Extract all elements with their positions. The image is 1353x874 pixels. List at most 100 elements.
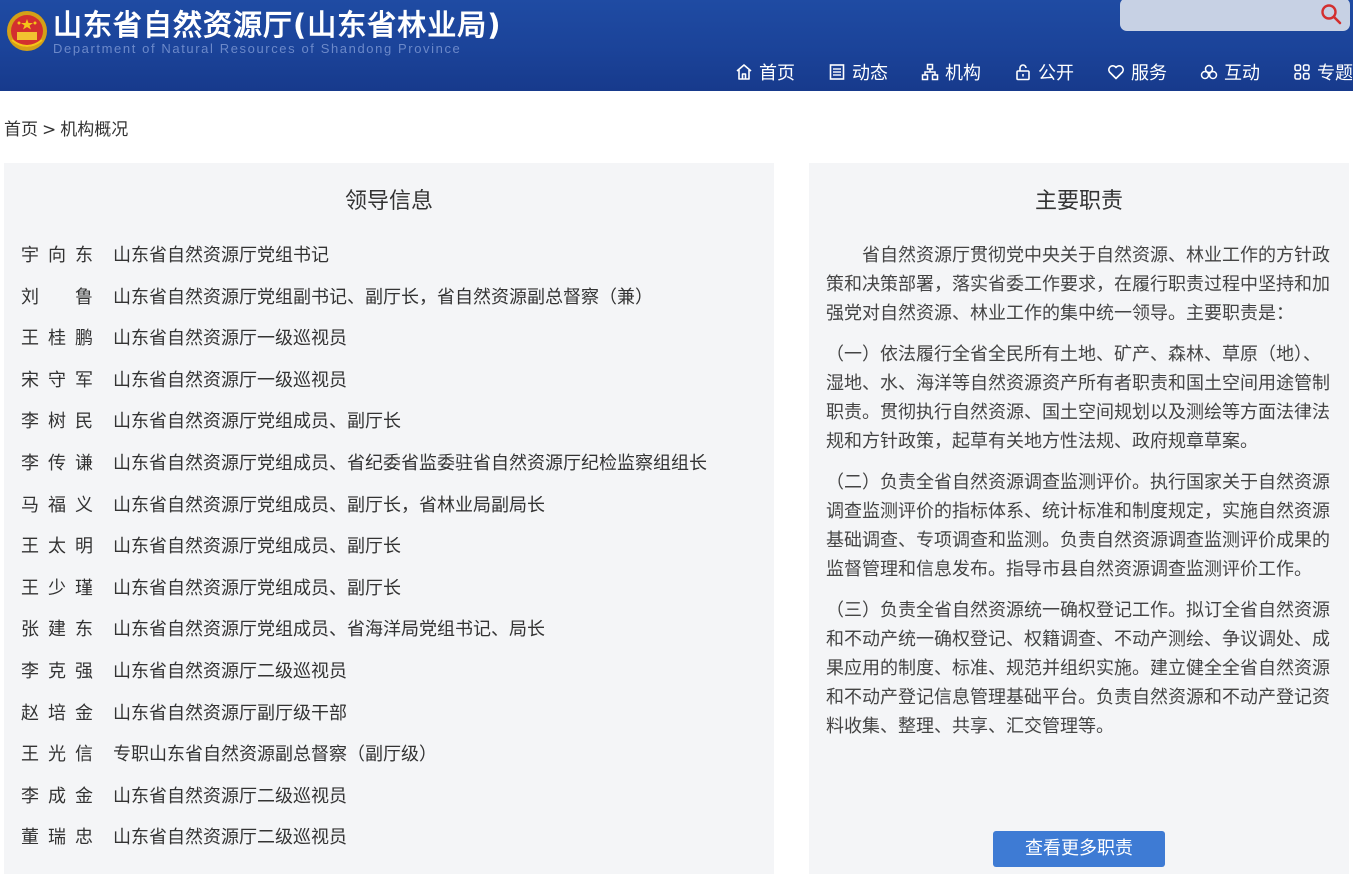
leader-name[interactable]: 宋守军	[21, 366, 113, 408]
nav-label: 服务	[1131, 63, 1167, 84]
leader-row[interactable]: 李成金山东省自然资源厅二级巡视员	[21, 782, 707, 824]
leader-row[interactable]: 王太明山东省自然资源厅党组成员、副厅长	[21, 532, 707, 574]
leader-name-char: 李	[21, 452, 39, 474]
duties-paragraph: （三）负责全省自然资源统一确权登记工作。拟订全省自然资源和不动产统一确权登记、权…	[826, 600, 1330, 737]
leader-title[interactable]: 山东省自然资源厅党组成员、省海洋局党组书记、局长	[113, 615, 545, 657]
leader-row[interactable]: 李克强山东省自然资源厅二级巡视员	[21, 657, 707, 699]
nav-label: 机构	[945, 63, 981, 84]
nav-item-service[interactable]: 服务	[1107, 59, 1167, 85]
leaders-panel: 领导信息 宇向东山东省自然资源厅党组书记刘鲁山东省自然资源厅党组副书记、副厅长，…	[4, 163, 774, 874]
leader-name-char: 王	[21, 744, 39, 766]
leader-name-char: 瑞	[48, 827, 66, 849]
leader-title[interactable]: 专职山东省自然资源副总督察（副厅级）	[113, 740, 437, 782]
leader-name-char: 建	[48, 619, 66, 641]
leader-title[interactable]: 山东省自然资源厅党组成员、副厅长	[113, 407, 401, 449]
leader-name-char: 福	[48, 494, 66, 516]
leader-row[interactable]: 王少瑾山东省自然资源厅党组成员、副厅长	[21, 574, 707, 616]
leader-name-char: 董	[21, 827, 39, 849]
leader-name-char: 金	[75, 785, 93, 807]
national-emblem-icon[interactable]	[6, 10, 48, 52]
leader-row[interactable]: 赵培金山东省自然资源厅副厅级干部	[21, 699, 707, 741]
leader-name[interactable]: 李传谦	[21, 449, 113, 491]
leader-title[interactable]: 山东省自然资源厅一级巡视员	[113, 324, 347, 366]
leader-name[interactable]: 王少瑾	[21, 574, 113, 616]
leader-name-char: 李	[21, 660, 39, 682]
nav-item-topics[interactable]: 专题	[1293, 59, 1353, 85]
leader-name-char: 成	[48, 785, 66, 807]
leader-title[interactable]: 山东省自然资源厅一级巡视员	[113, 366, 347, 408]
leader-title[interactable]: 山东省自然资源厅党组成员、副厅长，省林业局副局长	[113, 491, 545, 533]
leader-name[interactable]: 李成金	[21, 782, 113, 824]
leader-name-char: 忠	[75, 827, 93, 849]
leader-name[interactable]: 马福义	[21, 491, 113, 533]
leader-name-char: 李	[21, 785, 39, 807]
leader-title[interactable]: 山东省自然资源厅副厅级干部	[113, 699, 347, 741]
leader-name-char: 传	[48, 452, 66, 474]
leader-row[interactable]: 马福义山东省自然资源厅党组成员、副厅长，省林业局副局长	[21, 491, 707, 533]
breadcrumb-home-link[interactable]: 首页	[4, 120, 38, 140]
nav-item-interact[interactable]: 互动	[1200, 59, 1260, 85]
leader-name[interactable]: 李克强	[21, 657, 113, 699]
leader-name-char: 东	[75, 619, 93, 641]
leader-name[interactable]: 董瑞忠	[21, 823, 113, 865]
nav-item-org[interactable]: 机构	[921, 59, 981, 85]
home-icon	[736, 64, 752, 80]
search-input[interactable]	[1120, 0, 1350, 31]
leader-name[interactable]: 王桂鹏	[21, 324, 113, 366]
leader-name[interactable]: 李树民	[21, 407, 113, 449]
leader-title[interactable]: 山东省自然资源厅党组成员、副厅长	[113, 532, 401, 574]
nav-label: 专题	[1317, 63, 1353, 84]
heart-icon	[1108, 65, 1124, 80]
leader-name-char: 王	[21, 577, 39, 599]
leader-title[interactable]: 山东省自然资源厅党组成员、省纪委省监委驻省自然资源厅纪检监察组组长	[113, 449, 707, 491]
view-more-duties-button[interactable]: 查看更多职责	[993, 831, 1165, 867]
news-icon	[829, 64, 845, 80]
leader-name[interactable]: 王光信	[21, 740, 113, 782]
leader-name-char: 培	[48, 702, 66, 724]
leader-row[interactable]: 王光信专职山东省自然资源副总督察（副厅级）	[21, 740, 707, 782]
search-icon[interactable]	[1320, 3, 1342, 25]
leader-row[interactable]: 董瑞忠山东省自然资源厅二级巡视员	[21, 823, 707, 865]
main-nav: 首页 动态 机构 公开 服务 互动 专题	[735, 58, 1353, 86]
leader-name-char: 义	[75, 494, 93, 516]
leader-title[interactable]: 山东省自然资源厅党组副书记、副厅长，省自然资源副总督察（兼）	[113, 283, 653, 325]
leader-name-char: 光	[48, 744, 66, 766]
leader-row[interactable]: 王桂鹏山东省自然资源厅一级巡视员	[21, 324, 707, 366]
site-header: 山东省自然资源厅(山东省林业局) Department of Natural R…	[0, 0, 1353, 91]
leader-name-char: 民	[75, 411, 93, 433]
leader-name[interactable]: 宇向东	[21, 241, 113, 283]
leader-row[interactable]: 宋守军山东省自然资源厅一级巡视员	[21, 366, 707, 408]
lock-icon	[1016, 64, 1030, 81]
leader-row[interactable]: 李传谦山东省自然资源厅党组成员、省纪委省监委驻省自然资源厅纪检监察组组长	[21, 449, 707, 491]
org-icon	[921, 63, 939, 81]
nav-item-news[interactable]: 动态	[828, 59, 888, 85]
nav-item-home[interactable]: 首页	[735, 59, 795, 85]
site-title[interactable]: 山东省自然资源厅(山东省林业局)	[53, 6, 502, 44]
nav-label: 动态	[852, 63, 888, 84]
leader-name-char: 鹏	[75, 328, 93, 350]
leader-name[interactable]: 刘鲁	[21, 283, 113, 325]
leader-name[interactable]: 张建东	[21, 615, 113, 657]
breadcrumb-current: 机构概况	[60, 120, 129, 140]
leader-row[interactable]: 李树民山东省自然资源厅党组成员、副厅长	[21, 407, 707, 449]
leader-list: 宇向东山东省自然资源厅党组书记刘鲁山东省自然资源厅党组副书记、副厅长，省自然资源…	[21, 241, 707, 865]
leader-row[interactable]: 刘鲁山东省自然资源厅党组副书记、副厅长，省自然资源副总督察（兼）	[21, 283, 707, 325]
leader-name-char: 马	[21, 494, 39, 516]
duties-title: 主要职责	[1034, 189, 1123, 214]
nav-label: 公开	[1038, 63, 1074, 84]
leader-title[interactable]: 山东省自然资源厅党组书记	[113, 241, 329, 283]
breadcrumb-separator: >	[42, 120, 57, 140]
leader-title[interactable]: 山东省自然资源厅二级巡视员	[113, 782, 347, 824]
leader-name-char: 鲁	[75, 286, 93, 308]
leader-row[interactable]: 宇向东山东省自然资源厅党组书记	[21, 241, 707, 283]
leader-title[interactable]: 山东省自然资源厅二级巡视员	[113, 823, 347, 865]
leader-name-char: 宇	[21, 245, 39, 266]
leader-name[interactable]: 王太明	[21, 532, 113, 574]
leader-title[interactable]: 山东省自然资源厅党组成员、副厅长	[113, 574, 401, 616]
leader-name-char: 向	[48, 245, 66, 266]
nav-item-public[interactable]: 公开	[1014, 59, 1074, 85]
leader-row[interactable]: 张建东山东省自然资源厅党组成员、省海洋局党组书记、局长	[21, 615, 707, 657]
leader-name[interactable]: 赵培金	[21, 699, 113, 741]
leader-title[interactable]: 山东省自然资源厅二级巡视员	[113, 657, 347, 699]
grid-icon	[1294, 64, 1310, 80]
